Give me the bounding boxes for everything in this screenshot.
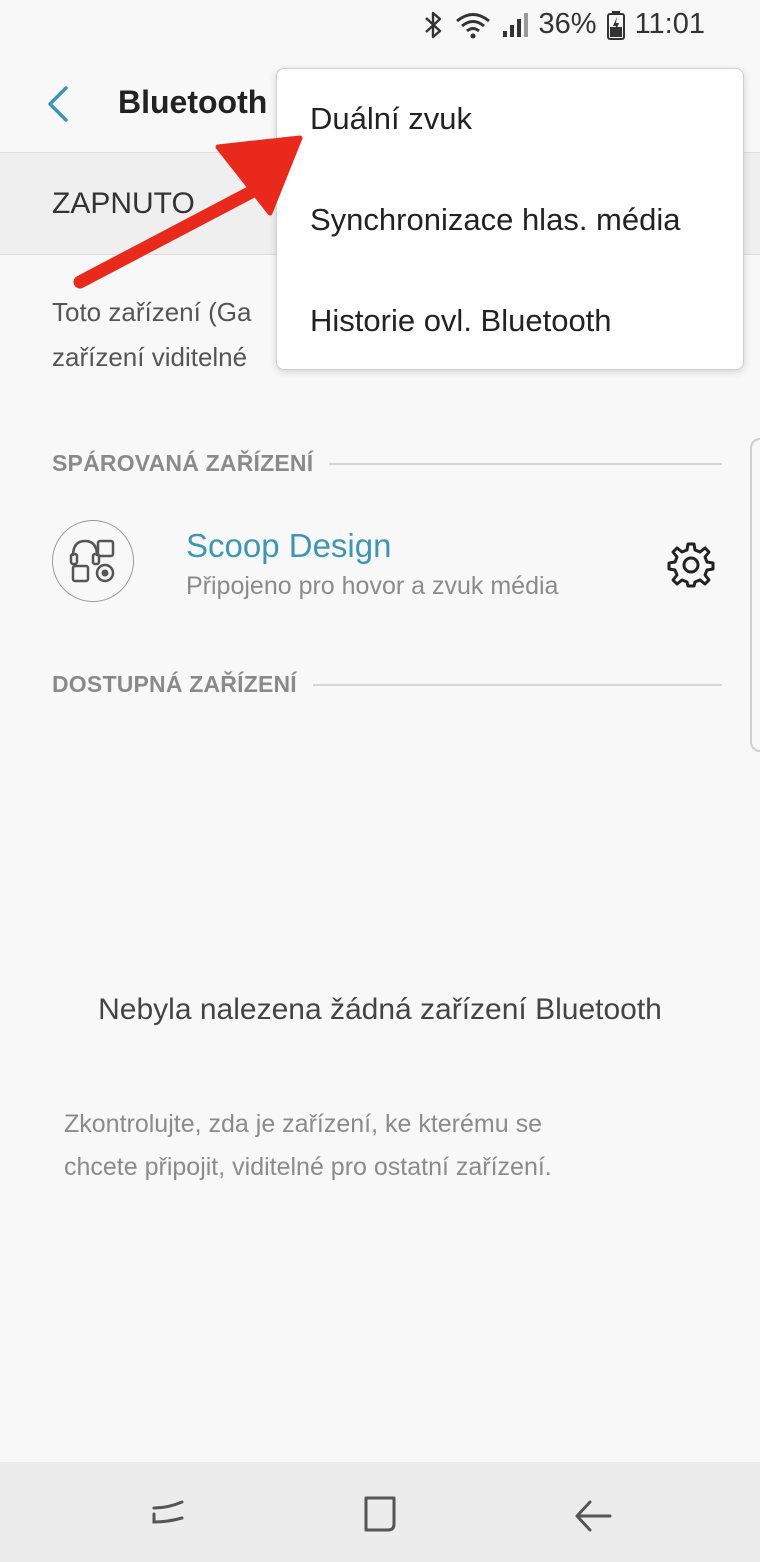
- home-button[interactable]: [356, 1490, 404, 1538]
- wifi-icon: [455, 12, 490, 38]
- edge-panel-handle[interactable]: [750, 438, 760, 752]
- status-icons: 36% 11:01: [423, 8, 705, 41]
- page-title: Bluetooth: [118, 84, 268, 120]
- available-section-header: DOSTUPNÁ ZAŘÍZENÍ: [52, 671, 722, 698]
- bluetooth-icon: [424, 11, 441, 38]
- switch-label: ZAPNUTO: [52, 187, 195, 220]
- clock: 11:01: [634, 8, 705, 40]
- overflow-menu: Duální zvuk Synchronizace hlas. média Hi…: [276, 68, 744, 370]
- back-arrow-icon: [575, 1500, 612, 1532]
- signal-icon: [502, 12, 528, 37]
- back-nav-button[interactable]: [568, 1490, 616, 1538]
- recents-button[interactable]: [144, 1490, 192, 1538]
- empty-desc-line-2: chcete připojit, viditelné pro ostatní z…: [64, 1153, 552, 1181]
- menu-item-dual-audio[interactable]: Duální zvuk: [310, 101, 472, 137]
- paired-section-header: SPÁROVANÁ ZAŘÍZENÍ: [52, 450, 722, 477]
- gear-icon: [667, 542, 715, 588]
- battery-percent: 36%: [538, 8, 597, 40]
- empty-state-description: Zkontrolujte, zda je zařízení, ke kterém…: [64, 1103, 704, 1189]
- empty-desc-line-1: Zkontrolujte, zda je zařízení, ke kterém…: [64, 1110, 542, 1138]
- home-icon: [364, 1496, 396, 1532]
- device-settings-button[interactable]: [667, 540, 715, 588]
- chevron-left-icon: [48, 86, 68, 122]
- paired-device-row[interactable]: Scoop Design Připojeno pro hovor a zvuk …: [0, 505, 760, 623]
- menu-item-bluetooth-control-history[interactable]: Historie ovl. Bluetooth: [310, 303, 612, 339]
- peripheral-device-icon: [52, 520, 134, 602]
- device-status: Připojeno pro hovor a zvuk média: [186, 572, 559, 600]
- device-name: Scoop Design: [186, 527, 392, 564]
- status-bar: 36% 11:01: [0, 0, 760, 52]
- paired-section-label: SPÁROVANÁ ZAŘÍZENÍ: [52, 450, 314, 476]
- battery-icon: [606, 10, 625, 40]
- section-divider: [329, 462, 722, 465]
- navigation-bar: [0, 1462, 760, 1562]
- empty-state-title: Nebyla nalezena žádná zařízení Bluetooth: [98, 993, 662, 1026]
- available-section-label: DOSTUPNÁ ZAŘÍZENÍ: [52, 671, 297, 697]
- back-button[interactable]: [40, 82, 76, 126]
- menu-item-media-volume-sync[interactable]: Synchronizace hlas. média: [310, 202, 680, 238]
- recents-icon: [152, 1500, 184, 1524]
- section-divider: [312, 683, 722, 686]
